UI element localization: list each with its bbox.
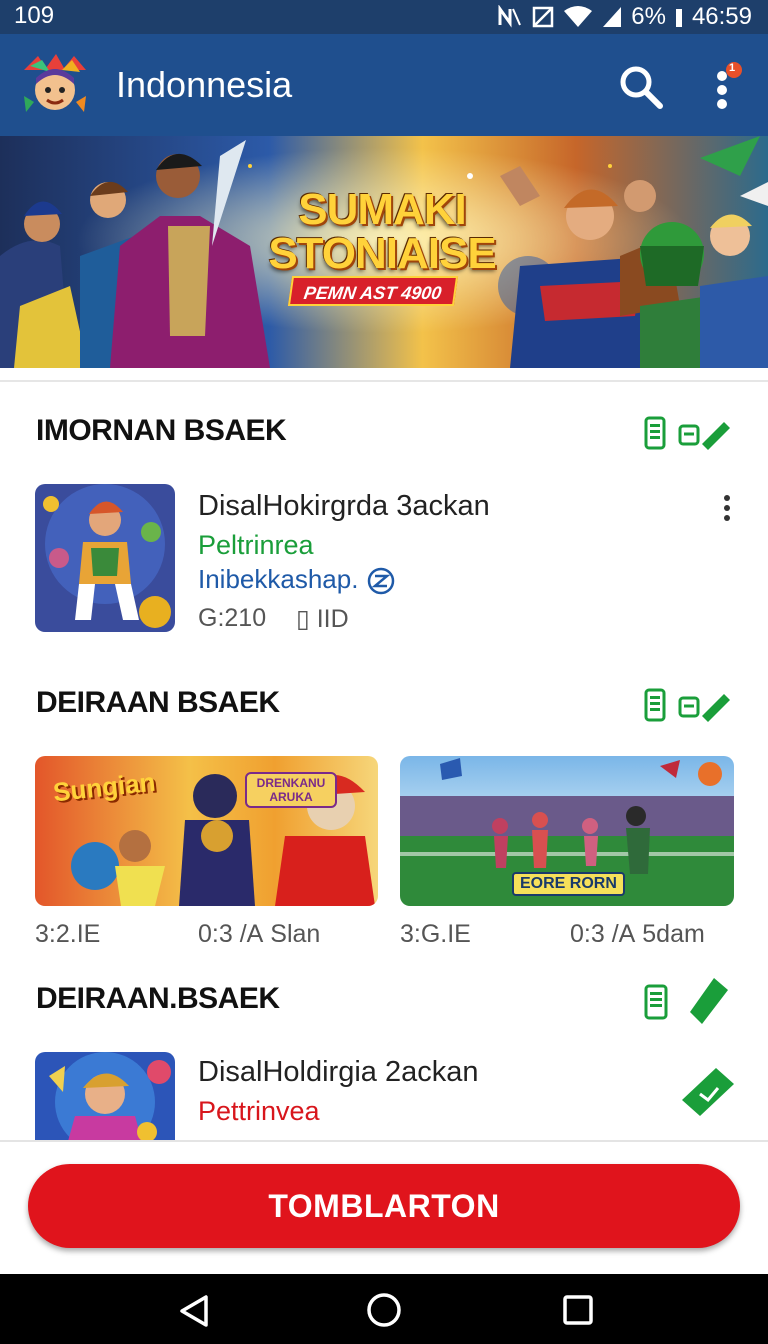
item-title[interactable]: DisalHokirgrda 3ackan [198, 490, 490, 523]
no-sim-icon [533, 6, 554, 28]
game-card-2[interactable]: EORE RORN [400, 756, 734, 906]
banner-title-line2: STONIAISE [268, 229, 496, 278]
divider [0, 380, 768, 382]
app-thumbnail[interactable] [35, 1052, 175, 1152]
app-thumbnail[interactable] [35, 484, 175, 632]
section-title-2: DEIRAAN BSAEK [36, 686, 280, 719]
search-icon[interactable] [616, 62, 666, 112]
more-vert-icon[interactable]: 1 [706, 62, 746, 114]
card-meta-right: 0:3 /А 5dam [570, 920, 705, 948]
battery-icon [675, 9, 682, 27]
notification-badge: 1 [729, 62, 736, 74]
install-icon[interactable] [680, 1064, 736, 1120]
item-overflow-icon[interactable] [717, 490, 737, 530]
status-icons: 6% 46:59 [497, 0, 752, 34]
card-badge-secondary: DRENKANU ARUKA [245, 772, 337, 808]
home-icon[interactable] [366, 1292, 402, 1328]
app-logo-icon[interactable] [16, 52, 94, 120]
status-clock: 46:59 [691, 3, 752, 30]
section-title-3: DEIRAAN.BSAEK [36, 982, 280, 1015]
item-subtitle: Peltrinrea [198, 530, 314, 560]
edit-icon [678, 422, 730, 450]
list-icon [644, 416, 666, 450]
app-title: Indonnesia [116, 64, 293, 105]
system-nav-bar [0, 1274, 768, 1344]
card-meta-left: 3:2.IE [35, 920, 101, 948]
item-tagline: Inibekkashap. [198, 564, 396, 596]
back-icon[interactable] [176, 1294, 212, 1328]
item-subtitle: Pettrinvea [198, 1096, 320, 1126]
signal-icon [603, 7, 622, 27]
item-meta-left: G:210 [198, 604, 267, 632]
card-meta-left: 3:G.IE [400, 920, 471, 948]
app-bar: Indonnesia 1 [0, 34, 768, 136]
banner-title: SUMAKI STONIAISE [262, 188, 502, 276]
edit-icon [678, 694, 730, 722]
card-meta-right: 0:3 /А Slan [198, 920, 321, 948]
bottom-action-bar: TOMBLARTON [0, 1140, 768, 1276]
section-actions-3[interactable] [644, 976, 734, 1024]
recents-icon[interactable] [562, 1294, 594, 1326]
card-badge-title: EORE RORN [512, 872, 625, 896]
check-icon [690, 978, 728, 1024]
status-time-left: 109 [14, 2, 55, 29]
item-meta-right: ▯ IID [296, 605, 349, 633]
list-icon [644, 688, 666, 722]
primary-action-button[interactable]: TOMBLARTON [28, 1164, 740, 1248]
wifi-icon [564, 6, 593, 27]
banner-title-line1: SUMAKI [298, 185, 467, 234]
nfc-icon [498, 5, 522, 28]
hero-banner[interactable]: SUMAKI STONIAISE PEMN AST 4900 [0, 136, 768, 368]
section-actions-2[interactable] [644, 686, 734, 726]
banner-subtitle: PEMN AST 4900 [287, 276, 459, 306]
section-title-1: IMORNAN BSAEK [36, 414, 287, 447]
status-bar: 109 6% 46:59 [0, 0, 768, 34]
section-actions-1[interactable] [644, 414, 734, 454]
list-icon [644, 984, 668, 1020]
item-title[interactable]: DisalHoldirgia 2ackan [198, 1056, 478, 1089]
battery-text: 6% [631, 3, 666, 30]
item-tagline-text: Inibekkashap. [198, 564, 359, 594]
game-card-1[interactable]: Sungian DRENKANU ARUKA [35, 756, 378, 906]
verified-icon [367, 567, 394, 595]
